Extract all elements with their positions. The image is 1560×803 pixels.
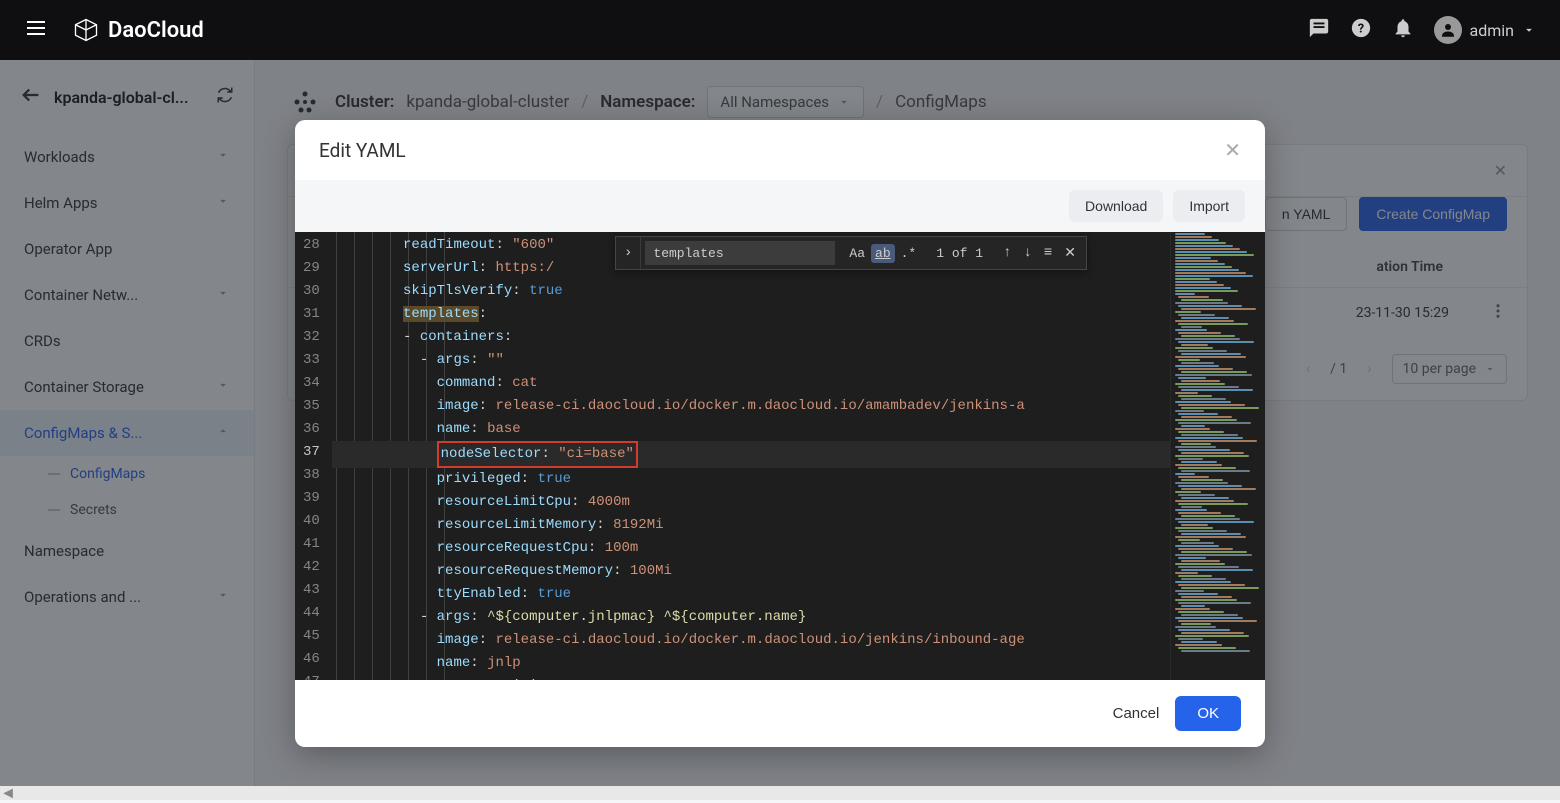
scroll-left-icon[interactable]: ◄ — [2, 787, 14, 799]
brand-text: DaoCloud — [108, 18, 204, 43]
find-count: 1 of 1 — [926, 246, 993, 261]
chat-icon[interactable] — [1308, 17, 1330, 43]
minimap[interactable] — [1170, 232, 1265, 680]
whole-word-icon[interactable]: ab — [871, 244, 895, 263]
find-expand-icon[interactable]: › — [616, 237, 641, 269]
brand-logo[interactable]: DaoCloud — [72, 16, 204, 44]
ok-button[interactable]: OK — [1175, 696, 1241, 731]
modal-footer: Cancel OK — [295, 680, 1265, 747]
top-header: DaoCloud ? admin — [0, 0, 1560, 60]
cancel-button[interactable]: Cancel — [1113, 705, 1160, 722]
match-case-icon[interactable]: Aa — [845, 244, 869, 263]
hamburger-icon[interactable] — [24, 16, 48, 44]
modal-toolbar: Download Import — [295, 180, 1265, 232]
find-prev-icon[interactable]: ↑ — [999, 243, 1015, 264]
user-menu[interactable]: admin — [1434, 16, 1536, 44]
header-right: ? admin — [1308, 16, 1536, 44]
find-selection-icon[interactable]: ≡ — [1040, 243, 1056, 264]
modal-title: Edit YAML — [319, 139, 406, 162]
content-area: kpanda-global-cl... WorkloadsHelm AppsOp… — [0, 60, 1560, 800]
import-button[interactable]: Import — [1173, 190, 1245, 222]
code-area[interactable]: readTimeout: "600" serverUrl: https:/ sk… — [332, 232, 1170, 680]
regex-icon[interactable]: .* — [897, 244, 921, 263]
find-nav: ↑ ↓ ≡ ✕ — [993, 243, 1086, 264]
download-button[interactable]: Download — [1069, 190, 1163, 222]
find-options: Aa ab .* — [839, 244, 926, 263]
daocloud-icon — [72, 16, 100, 44]
header-left: DaoCloud — [24, 16, 204, 44]
help-icon[interactable]: ? — [1350, 17, 1372, 43]
edit-yaml-modal: Edit YAML ✕ Download Import 282930313233… — [295, 120, 1265, 747]
modal-close-icon[interactable]: ✕ — [1224, 138, 1241, 162]
find-close-icon[interactable]: ✕ — [1060, 243, 1080, 264]
yaml-editor[interactable]: 2829303132333435363738394041424344454647… — [295, 232, 1265, 680]
line-gutter: 2829303132333435363738394041424344454647 — [295, 232, 332, 680]
chevron-down-icon — [1522, 23, 1536, 37]
modal-overlay: Edit YAML ✕ Download Import 282930313233… — [0, 60, 1560, 800]
bell-icon[interactable] — [1392, 17, 1414, 43]
user-name: admin — [1470, 21, 1514, 40]
find-bar: › Aa ab .* 1 of 1 ↑ ↓ ≡ ✕ — [615, 236, 1087, 270]
find-next-icon[interactable]: ↓ — [1019, 243, 1035, 264]
modal-header: Edit YAML ✕ — [295, 120, 1265, 180]
find-input[interactable] — [645, 241, 835, 265]
h-scrollbar[interactable]: ◄ — [0, 786, 1560, 800]
svg-text:?: ? — [1357, 22, 1363, 37]
user-avatar-icon — [1434, 16, 1462, 44]
